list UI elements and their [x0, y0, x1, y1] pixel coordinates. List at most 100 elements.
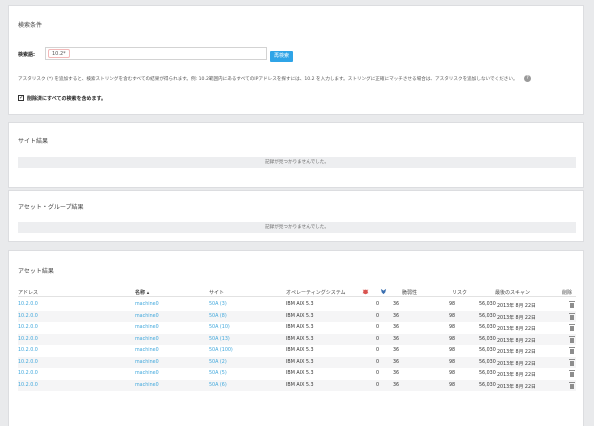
asset-exploit-count: 36	[393, 302, 400, 307]
exploit-icon[interactable]	[380, 288, 387, 295]
asset-vuln-count: 98	[449, 382, 456, 388]
asset-malware-count: 0	[376, 359, 380, 365]
search-button[interactable]: 再検索	[270, 51, 293, 62]
asset-risk-score: 56,030	[479, 313, 496, 319]
trash-icon[interactable]	[569, 381, 575, 389]
asset-vuln-count: 98	[449, 325, 456, 330]
asset-os: IBM AIX 5.3	[286, 359, 314, 365]
asset-site-link[interactable]: 50A (100)	[209, 348, 233, 353]
asset-malware-count: 0	[376, 302, 380, 307]
asset-site-link[interactable]: 50A (13)	[209, 337, 230, 342]
asset-name-link[interactable]: machine0	[135, 371, 159, 376]
asset-malware-count: 0	[376, 348, 380, 353]
table-row: 10.2.0.0 machine0 50A (13) IBM AIX 5.3 0 36 98…	[18, 333, 576, 345]
trash-icon[interactable]	[569, 324, 575, 331]
asset-last-scan: 2013年 8月 22日	[497, 373, 536, 378]
asset-os: IBM AIX 5.3	[286, 313, 314, 319]
search-query-tag[interactable]: 10.2*	[48, 49, 70, 58]
search-criteria-panel: 検索条件 検索語: 10.2* 再検索 アスタリスク (*) を追加すると、検索…	[8, 5, 584, 115]
asset-site-link[interactable]: 50A (8)	[209, 314, 227, 319]
trash-icon[interactable]	[569, 370, 575, 377]
asset-malware-count: 0	[376, 371, 380, 376]
asset-exploit-count: 36	[393, 348, 400, 353]
site-results-empty: 記録が見つかりませんでした。	[18, 157, 576, 168]
asset-last-scan: 2013年 8月 22日	[497, 315, 536, 321]
asset-address-link[interactable]: 10.2.0.0	[18, 325, 38, 330]
column-site[interactable]: サイト	[209, 289, 224, 296]
asset-exploit-count: 36	[393, 325, 400, 330]
asset-vuln-count: 98	[449, 348, 456, 353]
help-icon[interactable]: ?	[524, 75, 531, 82]
column-risk[interactable]: リスク	[452, 289, 467, 296]
asset-name-link[interactable]: machine0	[135, 302, 159, 307]
asset-site-link[interactable]: 50A (2)	[209, 360, 227, 365]
table-row: 10.2.0.0 machine0 50A (8) IBM AIX 5.3 0 36 98 5…	[18, 310, 576, 322]
asset-address-link[interactable]: 10.2.0.0	[18, 314, 38, 319]
column-name[interactable]: 名称 ▴	[135, 289, 149, 296]
trash-icon[interactable]	[569, 312, 575, 320]
asset-malware-count: 0	[376, 313, 380, 319]
table-row: 10.2.0.0 machine0 50A (2) IBM AIX 5.3 0 36 98 5…	[18, 356, 576, 368]
asset-last-scan: 2013年 8月 22日	[497, 361, 536, 367]
asset-site-link[interactable]: 50A (5)	[209, 371, 227, 376]
column-address[interactable]: アドレス	[18, 289, 38, 296]
trash-icon[interactable]	[569, 358, 575, 366]
asset-last-scan: 2013年 8月 22日	[497, 350, 536, 355]
asset-risk-score: 56,030	[479, 302, 496, 307]
asset-group-results-empty: 記録が見つかりませんでした。	[18, 222, 576, 233]
asset-name-link[interactable]: machine0	[135, 337, 159, 342]
asset-address-link[interactable]: 10.2.0.0	[18, 383, 38, 388]
asset-address-link[interactable]: 10.2.0.0	[18, 371, 38, 376]
asset-table-header: アドレス 名称 ▴ サイト オペレーティングシステム 脆弱性 リスク 最後のスキ…	[18, 287, 576, 297]
asset-os: IBM AIX 5.3	[286, 371, 314, 376]
trash-icon[interactable]	[569, 301, 575, 308]
malware-icon[interactable]	[362, 288, 369, 295]
asset-name-link[interactable]: machine0	[135, 325, 159, 330]
column-last-scan[interactable]: 最後のスキャン	[495, 289, 530, 296]
asset-group-results-panel: アセット・グループ結果 記録が見つかりませんでした。	[8, 190, 584, 242]
asset-site-link[interactable]: 50A (3)	[209, 302, 227, 307]
asset-risk-score: 56,030	[479, 371, 496, 376]
asset-os: IBM AIX 5.3	[286, 348, 314, 353]
asset-address-link[interactable]: 10.2.0.0	[18, 360, 38, 365]
asset-exploit-count: 36	[393, 382, 400, 388]
include-deleted-label: 削除済にすべての検索を含めます。	[27, 96, 107, 102]
asset-site-link[interactable]: 50A (6)	[209, 383, 227, 388]
asset-name-link[interactable]: machine0	[135, 383, 159, 388]
asset-name-link[interactable]: machine0	[135, 348, 159, 353]
asset-vuln-count: 98	[449, 313, 456, 319]
asset-os: IBM AIX 5.3	[286, 302, 314, 307]
asset-vuln-count: 98	[449, 371, 456, 376]
table-row: 10.2.0.0 machine0 50A (6) IBM AIX 5.3 0 36 98 5…	[18, 379, 576, 391]
asset-last-scan: 2013年 8月 22日	[497, 338, 536, 344]
site-results-title: サイト結果	[18, 138, 49, 145]
asset-last-scan: 2013年 8月 22日	[497, 304, 536, 309]
search-input[interactable]: 10.2*	[45, 47, 267, 60]
asset-malware-count: 0	[376, 325, 380, 330]
asset-os: IBM AIX 5.3	[286, 336, 314, 342]
asset-group-results-title: アセット・グループ結果	[18, 204, 84, 211]
asset-risk-score: 56,030	[479, 336, 496, 342]
asset-address-link[interactable]: 10.2.0.0	[18, 348, 38, 353]
asset-address-link[interactable]: 10.2.0.0	[18, 337, 38, 342]
column-vulnerabilities[interactable]: 脆弱性	[402, 289, 417, 296]
asset-vuln-count: 98	[449, 336, 456, 342]
asset-address-link[interactable]: 10.2.0.0	[18, 302, 38, 307]
trash-icon[interactable]	[569, 347, 575, 354]
asset-site-link[interactable]: 50A (10)	[209, 325, 230, 330]
asset-risk-score: 56,030	[479, 325, 496, 330]
asset-exploit-count: 36	[393, 371, 400, 376]
search-criteria-title: 検索条件	[18, 22, 43, 29]
site-results-panel: サイト結果 記録が見つかりませんでした。	[8, 122, 584, 188]
include-deleted-checkbox[interactable]: ✓	[18, 95, 24, 101]
table-row: 10.2.0.0 machine0 50A (3) IBM AIX 5.3 0 36 98 5…	[18, 299, 576, 310]
trash-icon[interactable]	[569, 335, 575, 343]
asset-os: IBM AIX 5.3	[286, 325, 314, 330]
asset-exploit-count: 36	[393, 336, 400, 342]
asset-last-scan: 2013年 8月 22日	[497, 327, 536, 332]
column-os[interactable]: オペレーティングシステム	[286, 289, 346, 296]
asset-name-link[interactable]: machine0	[135, 314, 159, 319]
asset-risk-score: 56,030	[479, 359, 496, 365]
asset-name-link[interactable]: machine0	[135, 360, 159, 365]
asset-risk-score: 56,030	[479, 348, 496, 353]
